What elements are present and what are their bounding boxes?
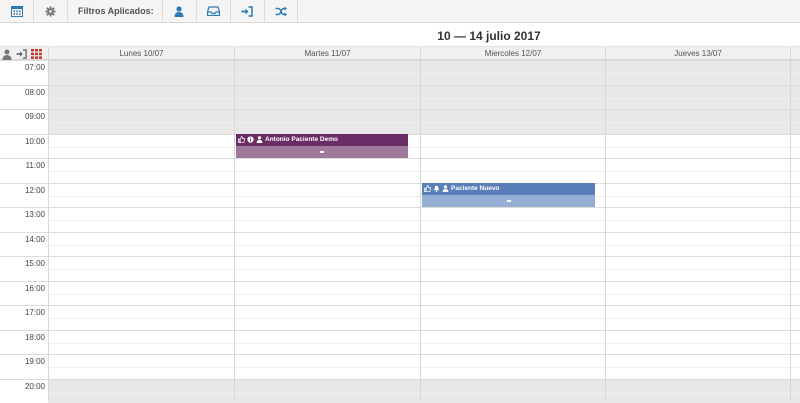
calendar-button[interactable] [0,0,34,23]
hour-label: 08:00 [0,88,47,97]
half-hour-line [48,367,800,368]
hour-label: 14:00 [0,235,47,244]
inbox-icon [207,6,220,16]
hour-label: 10:00 [0,137,47,146]
hour-label: 16:00 [0,284,47,293]
half-hour-line [48,73,800,74]
user-icon [442,185,449,192]
appointment-event[interactable]: Antonio Paciente Demo [236,134,408,159]
random-icon [275,6,287,17]
hour-row[interactable]: 11:00 [0,158,800,183]
hour-label: 19:00 [0,357,47,366]
appointment-event[interactable]: Paciente Nuevo [422,183,595,208]
hour-row[interactable]: 16:00 [0,281,800,306]
hour-row[interactable]: 20:00 [0,379,800,403]
settings-button[interactable] [34,0,68,23]
sign-in-icon [241,6,253,17]
hour-label: 15:00 [0,259,47,268]
day-header-monday[interactable]: Lunes 10/07 [48,47,234,61]
event-title: Antonio Paciente Demo [265,136,338,143]
hour-label: 17:00 [0,308,47,317]
hour-row[interactable]: 18:00 [0,330,800,355]
hour-row[interactable]: 08:00 [0,85,800,110]
hour-row[interactable]: 09:00 [0,109,800,134]
filter-random-button[interactable] [264,0,298,23]
event-header: Paciente Nuevo [422,183,595,195]
hour-row[interactable]: 17:00 [0,305,800,330]
hour-row[interactable]: 15:00 [0,256,800,281]
hour-label: 12:00 [0,186,47,195]
thumbs-up-icon [424,185,431,192]
filters-label: Filtros Aplicados: [68,0,162,23]
half-hour-line [48,245,800,246]
column-divider [420,60,421,401]
gear-icon [45,6,56,17]
day-header-tuesday[interactable]: Martes 11/07 [234,47,420,61]
bell-icon [433,185,440,192]
column-divider [790,60,791,401]
hour-row[interactable]: 14:00 [0,232,800,257]
calendar-grid[interactable]: 07:00 08:00 09:00 10:00 11:00 12:00 13:00 14:00… [0,60,800,401]
column-divider [234,60,235,401]
hour-row[interactable]: 13:00 [0,207,800,232]
user-icon [174,6,184,17]
filter-user-button[interactable] [162,0,196,23]
day-header-friday-partial[interactable] [790,47,800,61]
user-icon [256,136,263,143]
half-hour-line [48,392,800,393]
filter-sign-in-button[interactable] [230,0,264,23]
user-icon[interactable] [2,49,12,60]
thumbs-up-icon [238,136,245,143]
day-header-thursday[interactable]: Jueves 13/07 [605,47,790,61]
hour-row[interactable]: 12:00 [0,183,800,208]
half-hour-line [48,171,800,172]
half-hour-line [48,98,800,99]
event-header: Antonio Paciente Demo [236,134,408,146]
half-hour-line [48,294,800,295]
grid-icon[interactable] [31,49,42,59]
half-hour-line [48,318,800,319]
toolbar: Filtros Aplicados: [0,0,800,23]
day-header-wednesday[interactable]: Miercoles 12/07 [420,47,605,61]
filter-inbox-button[interactable] [196,0,230,23]
hour-row[interactable]: 19:00 [0,354,800,379]
column-divider [48,60,49,401]
date-range-title-bar: 10 — 14 julio 2017 [0,24,800,46]
info-icon [247,136,254,143]
half-hour-line [48,269,800,270]
hour-label: 13:00 [0,210,47,219]
event-body-text [320,151,324,153]
half-hour-line [48,147,800,148]
event-body [236,146,408,159]
sign-in-icon[interactable] [16,49,27,59]
hour-label: 20:00 [0,382,47,391]
header-icons [2,48,48,60]
hour-label: 18:00 [0,333,47,342]
event-body [422,195,595,208]
half-hour-line [48,220,800,221]
hour-label: 09:00 [0,112,47,121]
date-range-title: 10 — 14 julio 2017 [430,29,548,43]
calendar-icon [11,5,23,17]
half-hour-line [48,122,800,123]
hour-row[interactable]: 07:00 [0,60,800,85]
calendar-header: Lunes 10/07 Martes 11/07 Miercoles 12/07… [0,46,800,60]
event-title: Paciente Nuevo [451,185,499,192]
column-divider [605,60,606,401]
hour-label: 07:00 [0,63,47,72]
half-hour-line [48,343,800,344]
hour-label: 11:00 [0,161,47,170]
event-body-text [507,200,511,202]
